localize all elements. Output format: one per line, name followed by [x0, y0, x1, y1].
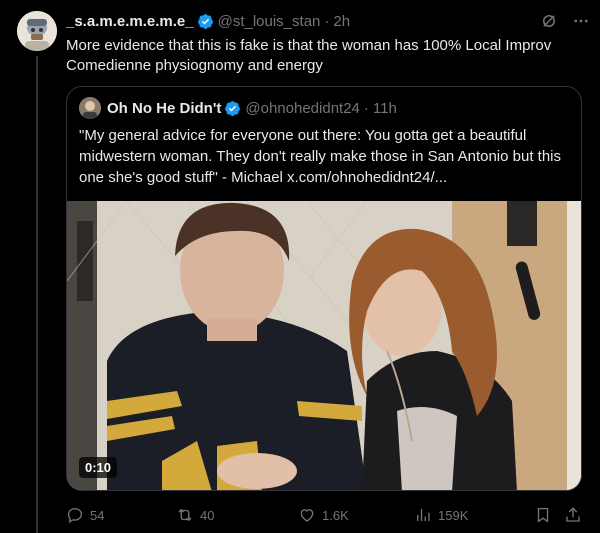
- retweet-icon: [178, 508, 192, 522]
- reply-button[interactable]: 54: [66, 506, 104, 524]
- separator-dot: ·: [363, 99, 369, 117]
- share-button[interactable]: [564, 506, 582, 524]
- quoted-text: "My general advice for everyone out ther…: [79, 127, 562, 186]
- video-thumbnail: [67, 201, 581, 490]
- views-count: 159K: [438, 507, 469, 523]
- views-icon: [417, 509, 430, 521]
- like-count: 1.6K: [322, 507, 349, 523]
- verified-badge-icon: [197, 13, 214, 30]
- video-duration: 0:10: [79, 457, 118, 478]
- bookmark-button[interactable]: [534, 506, 552, 524]
- retweet-button[interactable]: 40: [176, 506, 214, 524]
- retweet-count: 40: [200, 507, 215, 523]
- tweet-text: More evidence that this is fake is that …: [66, 37, 552, 74]
- quoted-time[interactable]: 11h: [373, 100, 397, 117]
- separator-dot: ·: [324, 12, 330, 30]
- more-options-icon[interactable]: [572, 12, 590, 30]
- author-name[interactable]: _s.a.m.e.m.e.m.e_: [66, 13, 194, 30]
- share-icon: [566, 507, 580, 522]
- bookmark-icon: [537, 507, 549, 523]
- author-handle[interactable]: @st_louis_stan: [218, 13, 321, 30]
- video-player[interactable]: 0:10: [67, 201, 581, 490]
- quoted-header: Oh No He Didn't @ohnohedidnt24 · 11h: [79, 97, 397, 119]
- quoted-avatar-icon: [79, 97, 101, 119]
- like-button[interactable]: 1.6K: [298, 506, 349, 524]
- quoted-author-name[interactable]: Oh No He Didn't: [107, 100, 221, 117]
- quoted-tweet[interactable]: Oh No He Didn't @ohnohedidnt24 · 11h "My…: [66, 86, 582, 491]
- reply-icon: [67, 507, 83, 524]
- thread-line: [36, 56, 38, 533]
- verified-badge-icon: [224, 100, 241, 117]
- avatar[interactable]: [17, 11, 57, 51]
- quoted-avatar[interactable]: [79, 97, 101, 119]
- quoted-author-handle[interactable]: @ohnohedidnt24: [245, 100, 360, 117]
- tweet-header: _s.a.m.e.m.e.m.e_ @st_louis_stan · 2h: [66, 11, 590, 31]
- views-button[interactable]: 159K: [414, 506, 468, 524]
- avatar-icon: [17, 11, 57, 51]
- tweet-time[interactable]: 2h: [333, 13, 350, 30]
- heart-icon: [300, 509, 314, 522]
- grok-icon[interactable]: [540, 12, 558, 30]
- action-bar: 54 40 1.6K 159K: [60, 503, 590, 527]
- reply-count: 54: [90, 507, 105, 523]
